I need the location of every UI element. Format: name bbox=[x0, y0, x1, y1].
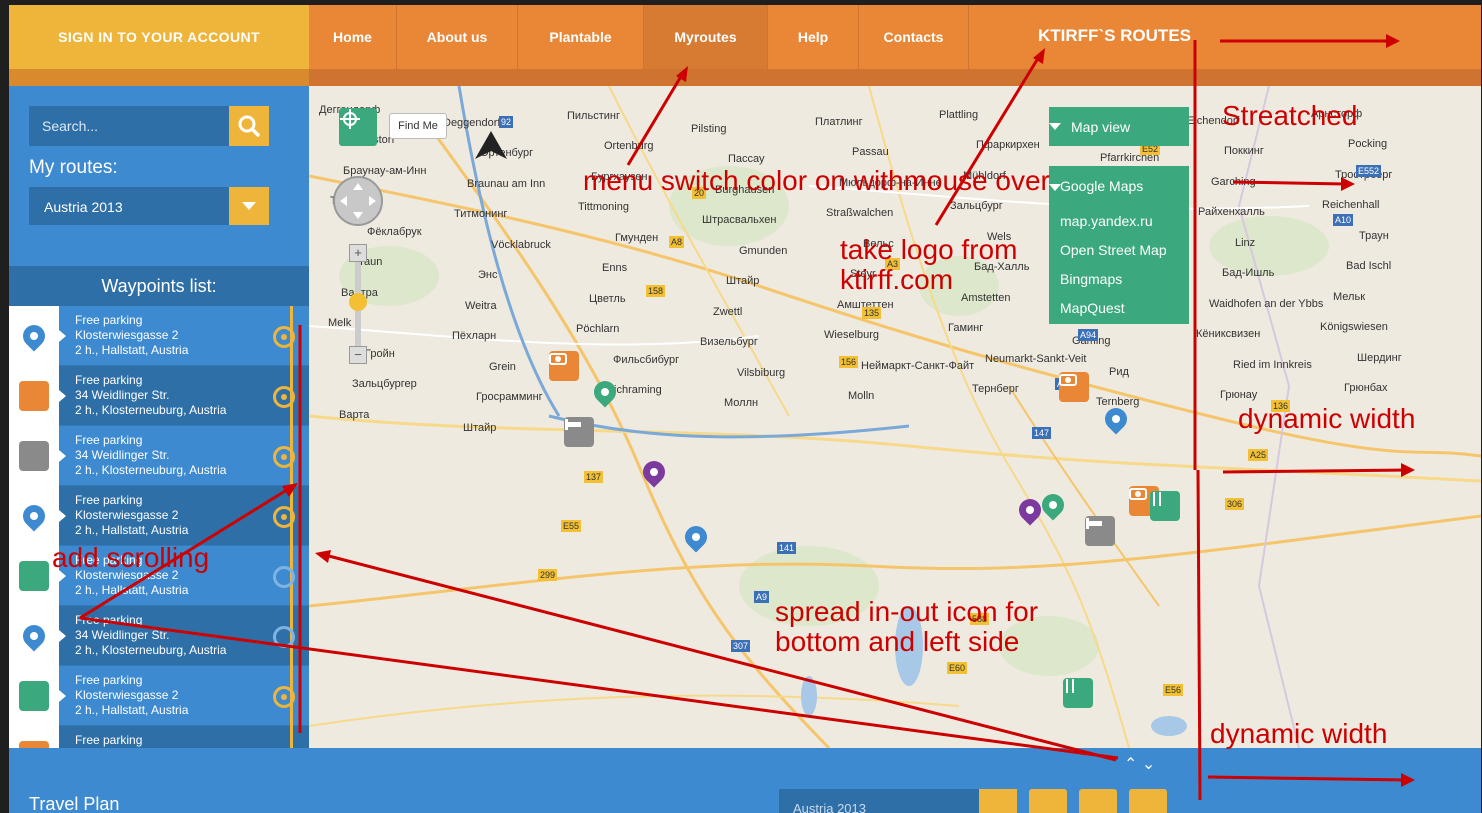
annotation-dynamic-width: dynamic width bbox=[1210, 718, 1388, 749]
annotation-spread-icon: spread in-out icon for bottom and left s… bbox=[775, 596, 1039, 657]
annotation-streached: Streatched bbox=[1222, 100, 1358, 131]
annotation-logo: take logo from ktirff.com bbox=[840, 234, 1018, 295]
annotation-scrolling: add scrolling bbox=[52, 542, 210, 573]
app-window: SIGN IN TO YOUR ACCOUNT Home About us Pl… bbox=[0, 0, 1482, 813]
annotation-menu: menu switch color on withmouse over bbox=[583, 165, 1050, 196]
annotation-dynamic-width: dynamic width bbox=[1238, 403, 1416, 434]
